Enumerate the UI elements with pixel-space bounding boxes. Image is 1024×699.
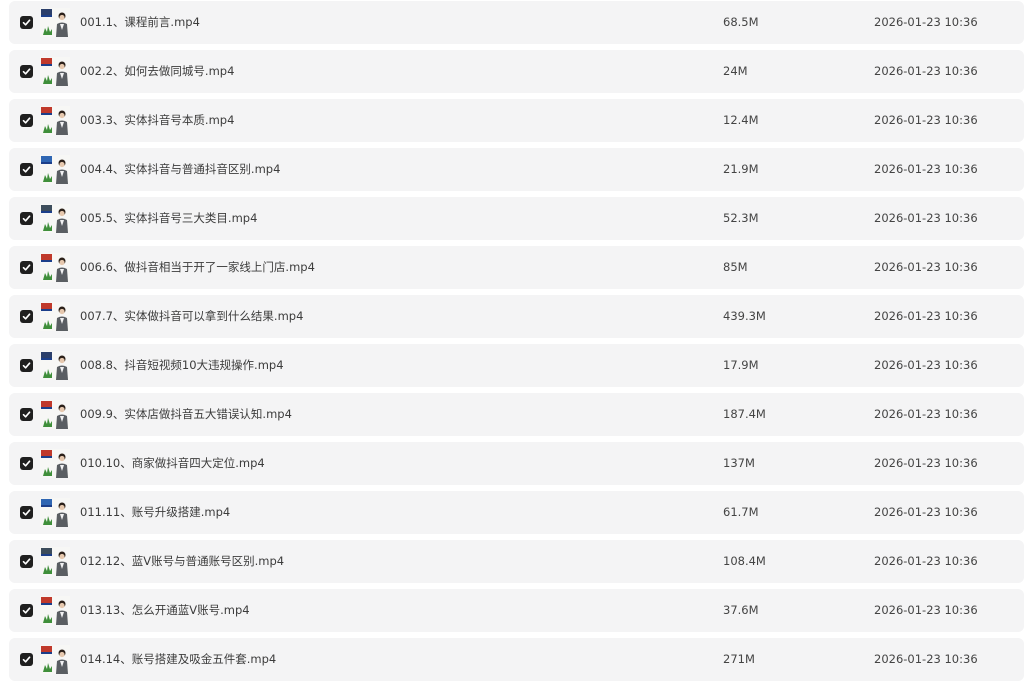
checkmark-icon [22,606,31,615]
file-size: 12.4M [723,113,759,127]
file-row[interactable]: 011.11、账号升级搭建.mp4 61.7M 2026-01-23 10:36 [9,491,1024,534]
row-checkbox[interactable] [20,261,33,274]
file-name[interactable]: 006.6、做抖音相当于开了一家线上门店.mp4 [80,246,315,289]
file-size: 37.6M [723,603,759,617]
file-modified-date: 2026-01-23 10:36 [874,652,978,666]
file-size: 52.3M [723,211,759,225]
video-thumbnail-icon [40,106,70,135]
row-checkbox[interactable] [20,163,33,176]
file-row[interactable]: 013.13、怎么开通蓝V账号.mp4 37.6M 2026-01-23 10:36 [9,589,1024,632]
file-name[interactable]: 005.5、实体抖音号三大类目.mp4 [80,197,257,240]
video-thumbnail-icon [40,645,70,674]
file-size: 85M [723,260,748,274]
video-thumbnail-icon [40,57,70,86]
file-name[interactable]: 013.13、怎么开通蓝V账号.mp4 [80,589,250,632]
checkmark-icon [22,459,31,468]
row-checkbox[interactable] [20,506,33,519]
file-modified-date: 2026-01-23 10:36 [874,358,978,372]
file-name[interactable]: 008.8、抖音短视频10大违规操作.mp4 [80,344,284,387]
file-row[interactable]: 012.12、蓝V账号与普通账号区别.mp4 108.4M 2026-01-23 1… [9,540,1024,583]
row-checkbox[interactable] [20,555,33,568]
file-size: 137M [723,456,755,470]
file-name[interactable]: 004.4、实体抖音与普通抖音区别.mp4 [80,148,280,191]
file-row[interactable]: 002.2、如何去做同城号.mp4 24M 2026-01-23 10:36 [9,50,1024,93]
checkmark-icon [22,214,31,223]
checkmark-icon [22,67,31,76]
file-name[interactable]: 011.11、账号升级搭建.mp4 [80,491,230,534]
file-modified-date: 2026-01-23 10:36 [874,505,978,519]
video-thumbnail-icon [40,400,70,429]
file-name[interactable]: 010.10、商家做抖音四大定位.mp4 [80,442,265,485]
video-thumbnail-icon [40,253,70,282]
file-modified-date: 2026-01-23 10:36 [874,15,978,29]
checkmark-icon [22,165,31,174]
file-size: 24M [723,64,748,78]
file-name[interactable]: 007.7、实体做抖音可以拿到什么结果.mp4 [80,295,303,338]
checkmark-icon [22,116,31,125]
checkmark-icon [22,655,31,664]
video-thumbnail-icon [40,302,70,331]
file-name[interactable]: 002.2、如何去做同城号.mp4 [80,50,234,93]
checkmark-icon [22,263,31,272]
video-thumbnail-icon [40,498,70,527]
file-row[interactable]: 003.3、实体抖音号本质.mp4 12.4M 2026-01-23 10:36 [9,99,1024,142]
row-checkbox[interactable] [20,65,33,78]
file-row[interactable]: 014.14、账号搭建及吸金五件套.mp4 271M 2026-01-23 10:3… [9,638,1024,681]
row-checkbox[interactable] [20,114,33,127]
file-modified-date: 2026-01-23 10:36 [874,309,978,323]
file-row[interactable]: 005.5、实体抖音号三大类目.mp4 52.3M 2026-01-23 10:36 [9,197,1024,240]
file-size: 68.5M [723,15,759,29]
video-thumbnail-icon [40,547,70,576]
file-modified-date: 2026-01-23 10:36 [874,554,978,568]
row-checkbox[interactable] [20,212,33,225]
video-thumbnail-icon [40,596,70,625]
checkmark-icon [22,18,31,27]
video-thumbnail-icon [40,204,70,233]
row-checkbox[interactable] [20,653,33,666]
row-checkbox[interactable] [20,604,33,617]
file-size: 17.9M [723,358,759,372]
checkmark-icon [22,410,31,419]
file-size: 439.3M [723,309,766,323]
row-checkbox[interactable] [20,359,33,372]
video-thumbnail-icon [40,351,70,380]
file-name[interactable]: 012.12、蓝V账号与普通账号区别.mp4 [80,540,284,583]
file-size: 187.4M [723,407,766,421]
file-name[interactable]: 014.14、账号搭建及吸金五件套.mp4 [80,638,276,681]
checkmark-icon [22,557,31,566]
file-modified-date: 2026-01-23 10:36 [874,211,978,225]
file-row[interactable]: 006.6、做抖音相当于开了一家线上门店.mp4 85M 2026-01-23 10… [9,246,1024,289]
file-size: 61.7M [723,505,759,519]
file-row[interactable]: 009.9、实体店做抖音五大错误认知.mp4 187.4M 2026-01-23 1… [9,393,1024,436]
file-modified-date: 2026-01-23 10:36 [874,407,978,421]
checkmark-icon [22,361,31,370]
file-modified-date: 2026-01-23 10:36 [874,260,978,274]
row-checkbox[interactable] [20,408,33,421]
file-size: 271M [723,652,755,666]
file-name[interactable]: 003.3、实体抖音号本质.mp4 [80,99,234,142]
file-row[interactable]: 007.7、实体做抖音可以拿到什么结果.mp4 439.3M 2026-01-23 … [9,295,1024,338]
file-modified-date: 2026-01-23 10:36 [874,162,978,176]
file-list: 001.1、课程前言.mp4 68.5M 2026-01-23 10:36 002.2… [0,0,1024,699]
checkmark-icon [22,312,31,321]
file-modified-date: 2026-01-23 10:36 [874,113,978,127]
row-checkbox[interactable] [20,457,33,470]
file-name[interactable]: 009.9、实体店做抖音五大错误认知.mp4 [80,393,292,436]
row-checkbox[interactable] [20,310,33,323]
file-row[interactable]: 008.8、抖音短视频10大违规操作.mp4 17.9M 2026-01-23 10… [9,344,1024,387]
checkmark-icon [22,508,31,517]
file-row[interactable]: 004.4、实体抖音与普通抖音区别.mp4 21.9M 2026-01-23 10:… [9,148,1024,191]
file-modified-date: 2026-01-23 10:36 [874,64,978,78]
video-thumbnail-icon [40,155,70,184]
file-size: 108.4M [723,554,766,568]
video-thumbnail-icon [40,449,70,478]
file-modified-date: 2026-01-23 10:36 [874,603,978,617]
file-size: 21.9M [723,162,759,176]
video-thumbnail-icon [40,8,70,37]
file-modified-date: 2026-01-23 10:36 [874,456,978,470]
file-row[interactable]: 001.1、课程前言.mp4 68.5M 2026-01-23 10:36 [9,1,1024,44]
row-checkbox[interactable] [20,16,33,29]
file-row[interactable]: 010.10、商家做抖音四大定位.mp4 137M 2026-01-23 10:36 [9,442,1024,485]
file-name[interactable]: 001.1、课程前言.mp4 [80,1,200,44]
